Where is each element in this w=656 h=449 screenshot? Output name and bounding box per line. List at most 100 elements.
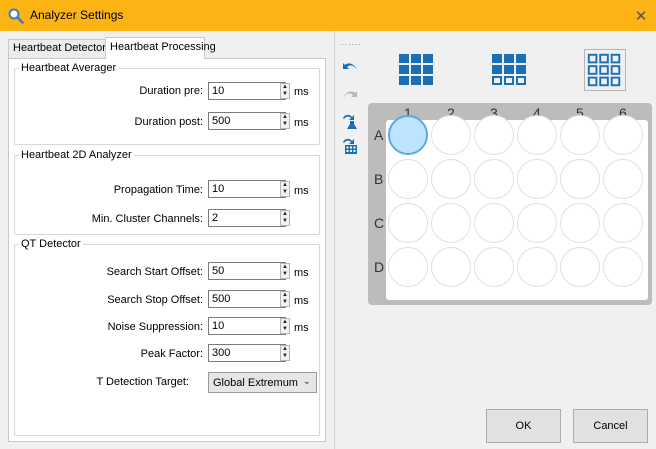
grid-solid-icon[interactable] — [396, 49, 438, 91]
plate-row-label: D — [374, 259, 385, 275]
noise-suppression-label: Noise Suppression: — [107, 321, 203, 333]
spin-down-icon: ▼ — [282, 189, 288, 195]
well-c3[interactable] — [474, 203, 514, 243]
cancel-button[interactable]: Cancel — [573, 409, 648, 443]
well-b4[interactable] — [517, 159, 557, 199]
plate-row-label: A — [374, 127, 384, 143]
duration-post-spinner[interactable]: ▲ ▼ — [280, 113, 290, 129]
spin-up-icon: ▲ — [282, 292, 288, 298]
search-stop-offset-unit: ms — [294, 295, 309, 307]
well-d1[interactable] — [388, 247, 428, 287]
spin-up-icon: ▲ — [282, 182, 288, 188]
search-start-offset-label: Search Start Offset: — [106, 266, 203, 278]
search-start-offset-unit: ms — [294, 267, 309, 279]
well-c1[interactable] — [388, 203, 428, 243]
well-d3[interactable] — [474, 247, 514, 287]
well-b3[interactable] — [474, 159, 514, 199]
well-d4[interactable] — [517, 247, 557, 287]
propagation-time-input[interactable]: 10 — [208, 180, 286, 198]
well-a6[interactable] — [603, 115, 643, 155]
search-stop-offset-input[interactable]: 500 — [208, 290, 286, 308]
spin-up-icon: ▲ — [282, 114, 288, 120]
spin-up-icon: ▲ — [282, 264, 288, 270]
well-b5[interactable] — [560, 159, 600, 199]
flask-icon[interactable] — [340, 112, 360, 132]
min-cluster-channels-spinner[interactable]: ▲ ▼ — [280, 210, 290, 226]
well-a5[interactable] — [560, 115, 600, 155]
propagation-time-unit: ms — [294, 185, 309, 197]
search-stop-offset-spinner[interactable]: ▲ ▼ — [280, 291, 290, 307]
duration-post-unit: ms — [294, 117, 309, 129]
well-a1[interactable] — [388, 115, 428, 155]
plate-row-label: B — [374, 171, 384, 187]
spin-down-icon: ▼ — [282, 326, 288, 332]
chevron-down-icon: ⌄ — [302, 376, 311, 387]
divider — [334, 31, 335, 449]
plate-grid-icon[interactable] — [340, 136, 360, 156]
peak-factor-label: Peak Factor: — [140, 348, 203, 360]
tab-label: Heartbeat Processing — [110, 41, 216, 53]
close-icon: ✕ — [634, 7, 648, 25]
duration-post-input[interactable]: 500 — [208, 112, 286, 130]
spin-up-icon: ▲ — [282, 211, 288, 217]
well-b6[interactable] — [603, 159, 643, 199]
redo-icon[interactable] — [340, 84, 360, 104]
well-d5[interactable] — [560, 247, 600, 287]
well-d2[interactable] — [431, 247, 471, 287]
duration-post-label: Duration post: — [134, 116, 203, 128]
plate-row-label: C — [374, 215, 385, 231]
spin-up-icon: ▲ — [282, 319, 288, 325]
noise-suppression-input[interactable]: 10 — [208, 317, 286, 335]
spin-down-icon: ▼ — [282, 91, 288, 97]
window-title: Analyzer Settings — [30, 8, 124, 22]
grid-mixed-icon[interactable] — [489, 49, 531, 91]
well-c2[interactable] — [431, 203, 471, 243]
well-c6[interactable] — [603, 203, 643, 243]
spin-down-icon: ▼ — [282, 271, 288, 277]
spin-up-icon: ▲ — [282, 84, 288, 90]
well-d6[interactable] — [603, 247, 643, 287]
spin-down-icon: ▼ — [282, 218, 288, 224]
tab-heartbeat-processing[interactable]: Heartbeat Processing — [105, 37, 216, 59]
well-a4[interactable] — [517, 115, 557, 155]
min-cluster-channels-label: Min. Cluster Channels: — [91, 213, 203, 225]
grid-outline-icon[interactable] — [584, 49, 626, 91]
t-detection-target-value: Global Extremum — [213, 377, 298, 389]
min-cluster-channels-input[interactable]: 2 — [208, 209, 286, 227]
peak-factor-spinner[interactable]: ▲ ▼ — [280, 345, 290, 361]
duration-pre-spinner[interactable]: ▲ ▼ — [280, 83, 290, 99]
undo-icon[interactable] — [340, 56, 360, 76]
tab-label: Heartbeat Detector — [13, 42, 106, 54]
magnifier-icon — [8, 8, 24, 24]
well-b2[interactable] — [431, 159, 471, 199]
close-button[interactable]: ✕ — [626, 0, 656, 31]
tab-heartbeat-detector[interactable]: Heartbeat Detector — [8, 39, 106, 58]
search-stop-offset-label: Search Stop Offset: — [107, 294, 203, 306]
well-a2[interactable] — [431, 115, 471, 155]
group-heartbeat-averager: Heartbeat Averager — [14, 62, 320, 145]
group-title: QT Detector — [19, 238, 83, 250]
t-detection-target-label: T Detection Target: — [96, 376, 189, 388]
peak-factor-input[interactable]: 300 — [208, 344, 286, 362]
propagation-time-label: Propagation Time: — [113, 184, 203, 196]
well-b1[interactable] — [388, 159, 428, 199]
t-detection-target-select[interactable]: Global Extremum ⌄ — [208, 372, 317, 393]
group-title: Heartbeat 2D Analyzer — [19, 149, 134, 161]
noise-suppression-spinner[interactable]: ▲ ▼ — [280, 318, 290, 334]
spin-up-icon: ▲ — [282, 346, 288, 352]
duration-pre-label: Duration pre: — [139, 85, 203, 97]
spin-down-icon: ▼ — [282, 299, 288, 305]
well-c5[interactable] — [560, 203, 600, 243]
search-start-offset-spinner[interactable]: ▲ ▼ — [280, 263, 290, 279]
noise-suppression-unit: ms — [294, 322, 309, 334]
propagation-time-spinner[interactable]: ▲ ▼ — [280, 181, 290, 197]
ok-button[interactable]: OK — [486, 409, 561, 443]
search-start-offset-input[interactable]: 50 — [208, 262, 286, 280]
spin-down-icon: ▼ — [282, 353, 288, 359]
group-title: Heartbeat Averager — [19, 62, 119, 74]
duration-pre-unit: ms — [294, 86, 309, 98]
well-a3[interactable] — [474, 115, 514, 155]
title-bar: Analyzer Settings ✕ — [0, 0, 656, 31]
duration-pre-input[interactable]: 10 — [208, 82, 286, 100]
well-c4[interactable] — [517, 203, 557, 243]
